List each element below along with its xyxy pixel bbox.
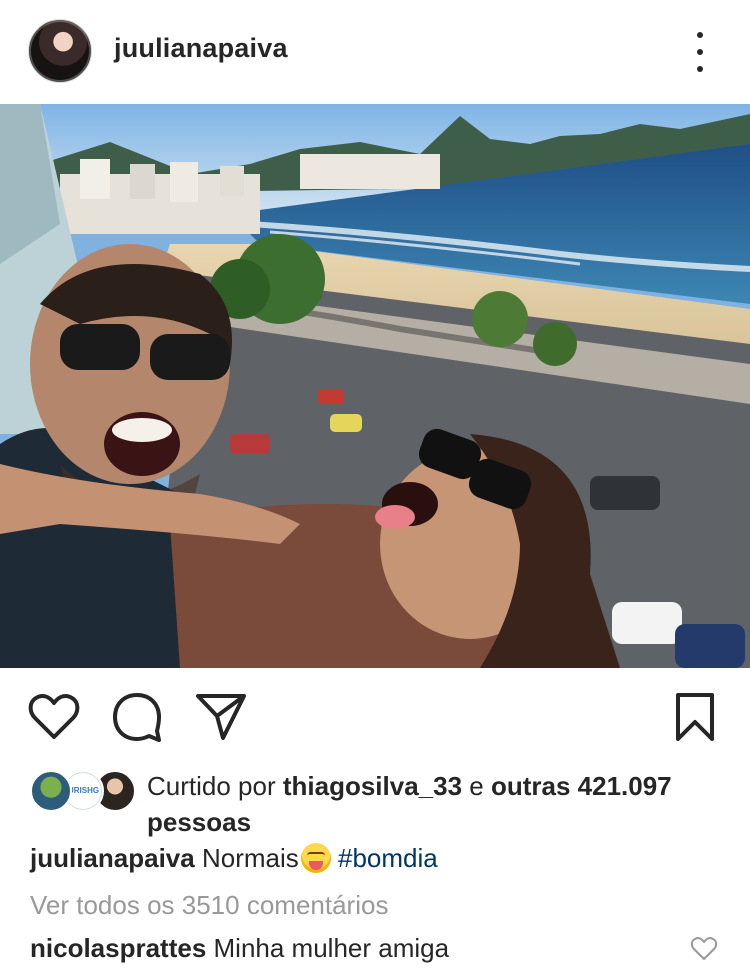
view-all-comments-link[interactable]: Ver todos os 3510 comentários <box>30 888 388 922</box>
comment-heart-icon[interactable] <box>690 936 718 962</box>
more-dot <box>697 49 703 55</box>
comment-icon[interactable] <box>110 690 164 744</box>
likes-prefix: Curtido por <box>147 771 283 801</box>
caption-hashtag[interactable]: #bomdia <box>338 843 438 873</box>
post-photo[interactable] <box>0 104 750 668</box>
liker-avatar-label: URISHG <box>68 786 100 795</box>
send-icon[interactable] <box>194 690 248 744</box>
post-header: juulianapaiva <box>0 0 750 104</box>
caption-text: Normais <box>194 843 299 873</box>
likes-joiner: e <box>462 771 491 801</box>
more-dot <box>697 66 703 72</box>
more-dot <box>697 32 703 38</box>
heart-icon[interactable] <box>27 690 81 744</box>
instagram-post: juulianapaiva URISHG Curtido por thiagos… <box>0 0 750 977</box>
avatar-ring <box>29 20 91 82</box>
comment-text: Minha mulher amiga <box>206 933 450 963</box>
photo-illustration <box>0 104 750 668</box>
tongue-emoji-icon <box>300 843 331 873</box>
post-username[interactable]: juulianapaiva <box>114 33 288 64</box>
heart-icon-graphic <box>28 693 80 739</box>
comment-username[interactable]: nicolasprattes <box>30 933 206 963</box>
liker-avatars[interactable]: URISHG <box>30 770 136 812</box>
more-vertical-icon[interactable] <box>690 32 710 72</box>
bookmark-icon[interactable] <box>668 690 722 744</box>
caption-username[interactable]: juulianapaiva <box>30 843 195 873</box>
profile-avatar[interactable] <box>28 19 92 83</box>
likes-row: URISHG Curtido por thiagosilva_33 e outr… <box>0 768 750 838</box>
post-actions <box>0 668 750 768</box>
comment-heart-graphic <box>690 937 718 960</box>
likes-text[interactable]: Curtido por thiagosilva_33 e outras 421.… <box>147 768 737 840</box>
send-icon-graphic <box>196 694 246 740</box>
liker-username[interactable]: thiagosilva_33 <box>283 771 462 801</box>
comment-icon-graphic <box>113 693 161 742</box>
liker-avatar <box>30 770 72 812</box>
bookmark-icon-graphic <box>676 693 714 741</box>
post-caption: juulianapaiva Normais #bomdia <box>30 840 730 876</box>
comment-item: nicolasprattes Minha mulher amiga <box>30 930 670 966</box>
